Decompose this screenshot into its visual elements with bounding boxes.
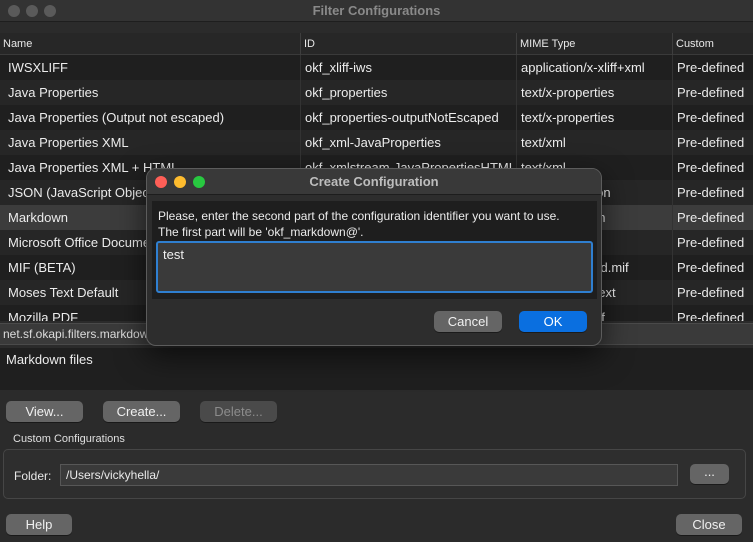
delete-button: Delete... [200,401,277,422]
table-row[interactable]: Java Properties okf_properties text/x-prop… [0,80,753,105]
filter-description: Markdown files [0,348,753,390]
dialog-prompt-line-2: The first part will be 'okf_markdown@'. [158,225,364,239]
folder-path-input[interactable]: /Users/vickyhella/ [60,464,678,486]
custom-cell: Pre-defined [672,255,753,280]
custom-configurations-label: Custom Configurations [13,433,125,445]
custom-cell: Pre-defined [672,55,753,80]
table-row[interactable]: IWSXLIFF okf_xliff-iws application/x-xliff… [0,55,753,80]
column-header-custom[interactable]: Custom [672,33,753,55]
column-header-mime-type[interactable]: MIME Type [516,33,672,55]
close-button[interactable]: Close [676,514,742,535]
id-cell: okf_xliff-iws [300,55,516,80]
name-cell: Java Properties [8,85,99,100]
column-header-id[interactable]: ID [300,33,516,55]
id-cell: okf_properties [300,80,516,105]
dialog-ok-button[interactable]: OK [519,311,587,332]
column-header-name[interactable]: Name [0,33,300,55]
create-configuration-dialog: Create Configuration Please, enter the s… [146,168,602,346]
mime-type-cell: application/x-xliff+xml [516,55,672,80]
dialog-cancel-button[interactable]: Cancel [434,311,502,332]
id-cell: okf_properties-outputNotEscaped [300,105,516,130]
dialog-body: Please, enter the second part of the con… [152,201,597,299]
custom-cell: Pre-defined [672,130,753,155]
custom-cell: Pre-defined [672,180,753,205]
configuration-identifier-input[interactable]: test [156,241,593,293]
custom-cell: Pre-defined [672,155,753,180]
custom-cell: Pre-defined [672,305,753,321]
help-button[interactable]: Help [6,514,72,535]
mime-type-cell: text/x-properties [516,105,672,130]
custom-cell: Pre-defined [672,230,753,255]
mime-type-cell: text/xml [516,130,672,155]
custom-cell: Pre-defined [672,205,753,230]
custom-cell: Pre-defined [672,105,753,130]
custom-cell: Pre-defined [672,80,753,105]
window-title: Filter Configurations [312,3,441,18]
create-button[interactable]: Create... [103,401,180,422]
custom-cell: Pre-defined [672,280,753,305]
dialog-prompt: Please, enter the second part of the con… [158,208,598,240]
name-cell: IWSXLIFF [8,60,68,75]
name-cell: Java Properties XML [8,135,129,150]
dialog-prompt-line-1: Please, enter the second part of the con… [158,209,560,223]
dialog-titlebar: Create Configuration [147,169,601,195]
browse-folder-button[interactable]: ... [690,464,729,484]
window-titlebar: Filter Configurations [0,0,753,22]
table-row[interactable]: Java Properties (Output not escaped) okf_… [0,105,753,130]
table-row[interactable]: Java Properties XML okf_xml-JavaPropertie… [0,130,753,155]
name-cell: Java Properties (Output not escaped) [8,110,225,125]
id-cell: okf_xml-JavaProperties [300,130,516,155]
dialog-title: Create Configuration [309,174,439,189]
description-text: Markdown files [6,352,93,367]
mime-type-cell: text/x-properties [516,80,672,105]
table-header: Name ID MIME Type Custom [0,33,753,55]
folder-label: Folder: [14,469,52,483]
view-button[interactable]: View... [6,401,83,422]
